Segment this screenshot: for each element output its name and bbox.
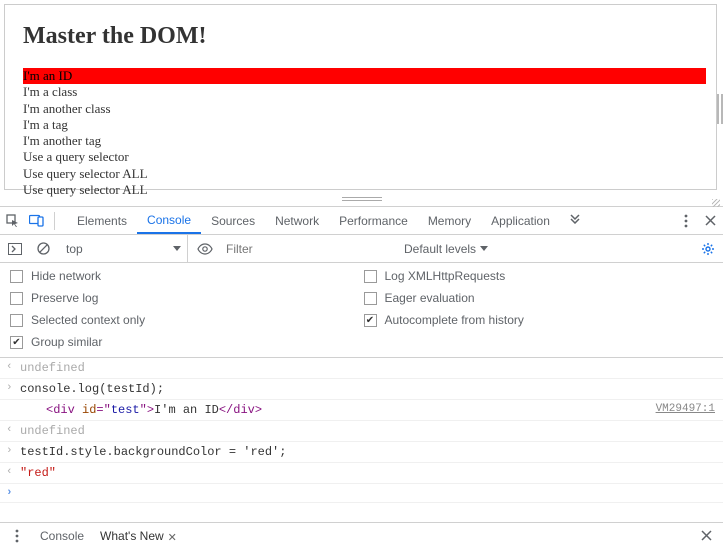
output-arrow-icon: ‹ bbox=[6, 424, 20, 436]
console-row: ‹"red" bbox=[0, 463, 723, 484]
more-tabs-icon[interactable] bbox=[564, 207, 586, 229]
checkbox-checked-icon: ✔ bbox=[364, 314, 377, 327]
console-settings-icon[interactable] bbox=[697, 238, 719, 260]
setting-log-xhr[interactable]: Log XMLHttpRequests bbox=[364, 269, 714, 283]
tab-network[interactable]: Network bbox=[265, 207, 329, 234]
input-arrow-icon: › bbox=[6, 445, 20, 457]
checkbox-icon bbox=[364, 270, 377, 283]
tab-application[interactable]: Application bbox=[481, 207, 560, 234]
console-settings-panel: Hide network Log XMLHttpRequests Preserv… bbox=[0, 263, 723, 358]
drawer-tab-whatsnew[interactable]: What's New ✕ bbox=[96, 527, 182, 545]
body-line: Use query selector ALL bbox=[23, 166, 706, 182]
console-output: ‹undefined ›console.log(testId); <div id… bbox=[0, 358, 723, 503]
console-sidebar-toggle-icon[interactable] bbox=[4, 238, 26, 260]
checkbox-icon bbox=[10, 270, 23, 283]
console-row: ›testId.style.backgroundColor = 'red'; bbox=[0, 442, 723, 463]
body-line: I'm a tag bbox=[23, 117, 706, 133]
console-row: ‹undefined bbox=[0, 358, 723, 379]
devtools-tabs: Elements Console Sources Network Perform… bbox=[67, 207, 586, 234]
context-label: top bbox=[66, 242, 83, 256]
divider bbox=[54, 212, 55, 230]
setting-autocomplete[interactable]: ✔Autocomplete from history bbox=[364, 313, 714, 327]
page-body: I'm an ID I'm a class I'm another class … bbox=[23, 68, 706, 198]
highlighted-id-line: I'm an ID bbox=[23, 68, 706, 84]
tab-console[interactable]: Console bbox=[137, 207, 201, 234]
devtools-close-icon[interactable] bbox=[699, 210, 721, 232]
checkbox-icon bbox=[364, 292, 377, 305]
devtools-panel: Elements Console Sources Network Perform… bbox=[0, 206, 723, 503]
drawer-menu-icon[interactable] bbox=[6, 525, 28, 547]
resize-grip-icon[interactable] bbox=[711, 198, 721, 208]
close-icon[interactable]: ✕ bbox=[168, 531, 178, 541]
console-row: ‹undefined bbox=[0, 421, 723, 442]
devtools-menu-icon[interactable] bbox=[675, 210, 697, 232]
log-levels-selector[interactable]: Default levels bbox=[404, 242, 488, 256]
logged-element[interactable]: <div id="test">I'm an ID</div> bbox=[20, 403, 656, 417]
tab-sources[interactable]: Sources bbox=[201, 207, 265, 234]
live-expression-icon[interactable] bbox=[194, 238, 216, 260]
body-line: Use a query selector bbox=[23, 149, 706, 165]
devtools-drawer: Console What's New ✕ bbox=[0, 522, 723, 548]
output-arrow-icon: ‹ bbox=[6, 466, 20, 478]
console-row: <div id="test">I'm an ID</div> VM29497:1 bbox=[0, 400, 723, 421]
console-toolbar: top Default levels bbox=[0, 235, 723, 263]
source-link[interactable]: VM29497:1 bbox=[656, 403, 715, 415]
body-line: I'm another class bbox=[23, 101, 706, 117]
inspect-element-icon[interactable] bbox=[2, 210, 24, 232]
devtools-tabbar: Elements Console Sources Network Perform… bbox=[0, 207, 723, 235]
rendered-page: Master the DOM! I'm an ID I'm a class I'… bbox=[4, 4, 717, 190]
prompt-arrow-icon: › bbox=[6, 487, 20, 499]
setting-group-similar[interactable]: ✔Group similar bbox=[10, 335, 360, 349]
input-arrow-icon: › bbox=[6, 382, 20, 394]
console-prompt-row[interactable]: › bbox=[0, 484, 723, 503]
dropdown-icon bbox=[173, 246, 181, 252]
setting-preserve-log[interactable]: Preserve log bbox=[10, 291, 360, 305]
checkbox-icon bbox=[10, 292, 23, 305]
body-line: Use query selector ALL bbox=[23, 182, 706, 198]
setting-eager-eval[interactable]: Eager evaluation bbox=[364, 291, 714, 305]
device-toolbar-icon[interactable] bbox=[26, 210, 48, 232]
tab-performance[interactable]: Performance bbox=[329, 207, 418, 234]
setting-hide-network[interactable]: Hide network bbox=[10, 269, 360, 283]
body-line: I'm another tag bbox=[23, 133, 706, 149]
page-heading: Master the DOM! bbox=[23, 23, 706, 50]
checkbox-checked-icon: ✔ bbox=[10, 336, 23, 349]
page-scrollbar[interactable] bbox=[717, 94, 723, 124]
body-line: I'm a class bbox=[23, 84, 706, 100]
levels-label: Default levels bbox=[404, 242, 476, 256]
execution-context-selector[interactable]: top bbox=[60, 235, 188, 262]
setting-selected-context[interactable]: Selected context only bbox=[10, 313, 360, 327]
dropdown-icon bbox=[480, 246, 488, 252]
checkbox-icon bbox=[10, 314, 23, 327]
drawer-close-icon[interactable] bbox=[695, 525, 717, 547]
tab-memory[interactable]: Memory bbox=[418, 207, 481, 234]
console-row: ›console.log(testId); bbox=[0, 379, 723, 400]
console-filter-input[interactable] bbox=[222, 239, 392, 259]
drawer-tab-console[interactable]: Console bbox=[36, 527, 88, 545]
output-arrow-icon: ‹ bbox=[6, 361, 20, 373]
clear-console-icon[interactable] bbox=[32, 238, 54, 260]
tab-elements[interactable]: Elements bbox=[67, 207, 137, 234]
